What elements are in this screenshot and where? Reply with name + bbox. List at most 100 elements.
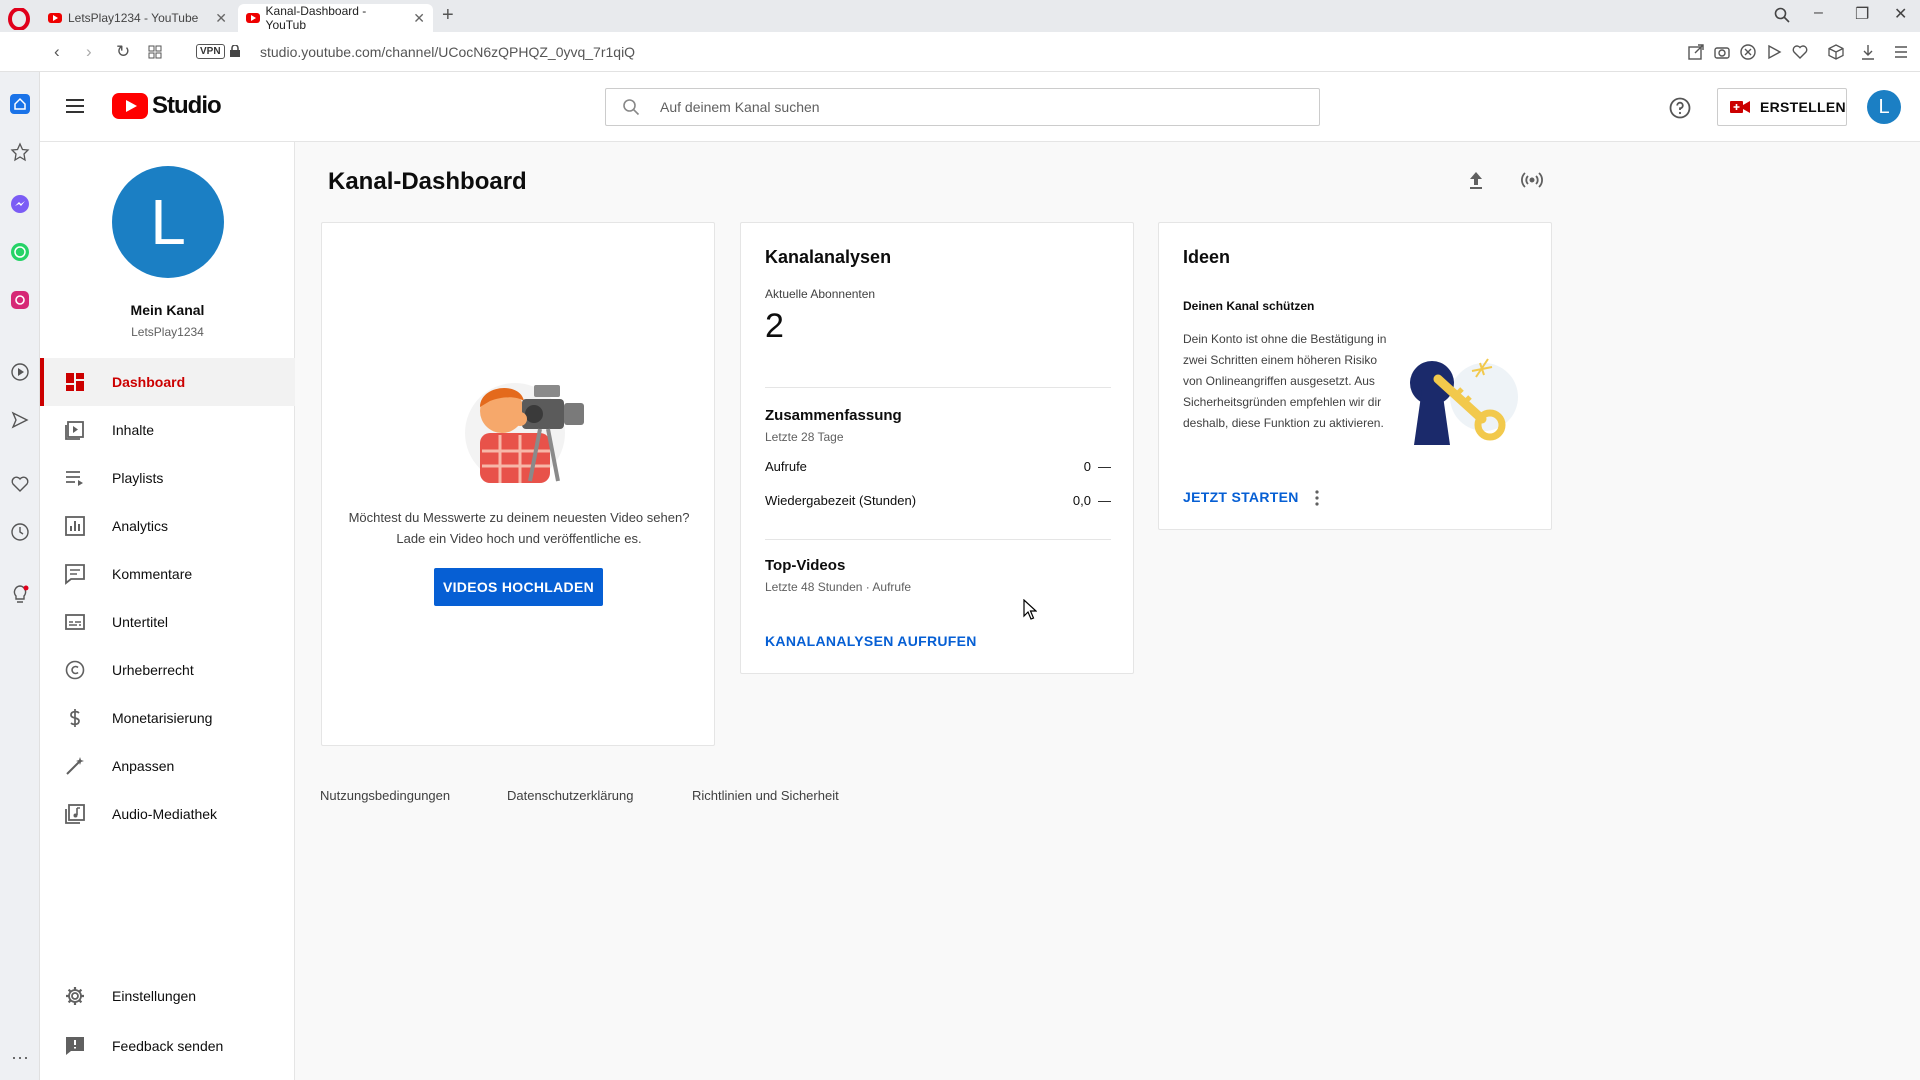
youtube-favicon-icon	[246, 13, 260, 23]
send-icon[interactable]	[10, 410, 30, 430]
extensions-cube-icon[interactable]	[1827, 43, 1845, 61]
upload-video-card: Möchtest du Messwerte zu deinem neuesten…	[321, 222, 715, 746]
new-tab-icon[interactable]: +	[442, 4, 454, 27]
url-field[interactable]: studio.youtube.com/channel/UCocN6zQPHQZ_…	[260, 44, 635, 60]
adblock-icon[interactable]	[1739, 43, 1757, 61]
history-clock-icon[interactable]	[10, 522, 30, 542]
upload-icon[interactable]	[1464, 168, 1488, 192]
tabs-grid-icon[interactable]	[148, 45, 162, 59]
open-analytics-link[interactable]: KANALANALYSEN AUFRUFEN	[765, 633, 977, 649]
summary-period: Letzte 28 Tage	[765, 430, 844, 444]
metric-label: Aufrufe	[765, 459, 807, 474]
sidebar-item-kommentare[interactable]: Kommentare	[40, 550, 295, 598]
sidebar-item-urheberrecht[interactable]: Urheberrecht	[40, 646, 295, 694]
terms-link[interactable]: Nutzungsbedingungen	[320, 788, 450, 803]
sidebar-item-untertitel[interactable]: Untertitel	[40, 598, 295, 646]
metric-value: 0	[1083, 459, 1091, 474]
create-button[interactable]: ERSTELLEN	[1717, 88, 1847, 126]
heart-icon[interactable]	[1791, 43, 1809, 61]
policy-link[interactable]: Richtlinien und Sicherheit	[692, 788, 839, 803]
sidebar-item-label: Anpassen	[112, 758, 175, 774]
channel-handle: LetsPlay1234	[131, 325, 204, 339]
tips-bulb-icon[interactable]	[10, 584, 30, 604]
lock-icon[interactable]	[230, 45, 240, 57]
sidebar-item-analytics[interactable]: Analytics	[40, 502, 295, 550]
sidebar-item-label: Untertitel	[112, 614, 169, 630]
minimize-icon[interactable]: –	[1814, 4, 1823, 22]
card-title: Ideen	[1183, 247, 1231, 267]
restore-icon[interactable]: ❐	[1855, 4, 1869, 24]
ideas-card: Ideen Deinen Kanal schützen Dein Konto i…	[1158, 222, 1552, 530]
search-input[interactable]	[660, 89, 1300, 125]
share-icon[interactable]	[1687, 43, 1705, 61]
browser-menu-icon[interactable]	[1892, 43, 1910, 61]
more-dots-icon[interactable]: ···	[10, 1047, 30, 1067]
metric-trend: —	[1098, 459, 1111, 474]
upload-prompt-text: Möchtest du Messwerte zu deinem neuesten…	[342, 507, 696, 549]
sidebar-item-label: Analytics	[112, 518, 169, 534]
sidebar-item-anpassen[interactable]: Anpassen	[40, 742, 295, 790]
download-icon[interactable]	[1859, 43, 1877, 61]
summary-title: Zusammenfassung	[765, 407, 902, 424]
whatsapp-icon[interactable]	[10, 242, 30, 262]
close-tab-icon[interactable]: ✕	[405, 10, 425, 27]
create-label: ERSTELLEN	[1760, 99, 1846, 115]
sidebar-item-monetarisierung[interactable]: Monetarisierung	[40, 694, 295, 742]
home-icon[interactable]	[10, 94, 30, 114]
metric-trend: —	[1098, 493, 1111, 508]
account-avatar[interactable]: L	[1867, 90, 1901, 124]
comments-icon	[65, 564, 85, 585]
channel-avatar[interactable]: L	[112, 166, 224, 278]
idea-heading: Deinen Kanal schützen	[1183, 299, 1315, 313]
tab-letsplay[interactable]: LetsPlay1234 - YouTube ✕	[40, 4, 235, 32]
window-close-icon[interactable]: ✕	[1894, 4, 1907, 24]
channel-name: Mein Kanal	[130, 302, 205, 318]
vpn-badge[interactable]: VPN	[196, 44, 225, 59]
bookmark-star-icon[interactable]	[10, 142, 30, 162]
divider	[765, 387, 1111, 388]
camera-operator-illustration-icon	[465, 383, 584, 483]
sidebar-item-audio-mediathek[interactable]: Audio-Mediathek	[40, 790, 295, 838]
idea-body-text: Dein Konto ist ohne die Bestätigung in z…	[1183, 332, 1387, 430]
start-now-link[interactable]: JETZT STARTEN	[1183, 489, 1299, 505]
sidebar-item-dashboard[interactable]: Dashboard	[40, 358, 295, 406]
youtube-play-logo-icon	[112, 93, 148, 119]
back-icon[interactable]: ‹	[54, 42, 60, 62]
upload-prompt-line2: Lade ein Video hoch und veröffentliche e…	[396, 531, 642, 546]
messenger-icon[interactable]	[10, 194, 30, 214]
sidebar-item-playlists[interactable]: Playlists	[40, 454, 295, 502]
play-icon[interactable]	[1765, 43, 1783, 61]
channel-search	[605, 88, 1320, 126]
opera-logo-icon[interactable]	[8, 8, 30, 30]
sidebar-item-label: Kommentare	[112, 566, 193, 582]
copyright-icon	[65, 660, 85, 680]
youtube-favicon-icon	[48, 13, 62, 23]
privacy-link[interactable]: Datenschutzerklärung	[507, 788, 633, 803]
sidebar-item-inhalte[interactable]: Inhalte	[40, 406, 295, 454]
mouse-cursor-icon	[1023, 599, 1037, 620]
studio-logo[interactable]: Studio	[112, 92, 222, 120]
tab-dashboard[interactable]: Kanal-Dashboard - YouTub ✕	[238, 4, 433, 32]
address-bar: ‹ › ↻ VPN studio.youtube.com/channel/UCo…	[0, 32, 1920, 72]
search-icon	[623, 99, 640, 116]
sidebar-item-einstellungen[interactable]: Einstellungen	[40, 972, 295, 1020]
favorites-heart-icon[interactable]	[10, 474, 30, 494]
upload-videos-button[interactable]: VIDEOS HOCHLADEN	[434, 568, 603, 606]
instagram-icon[interactable]	[10, 290, 30, 310]
upload-prompt-line1: Möchtest du Messwerte zu deinem neuesten…	[348, 510, 690, 525]
hamburger-menu-icon[interactable]	[66, 98, 84, 114]
snapshot-icon[interactable]	[1713, 43, 1731, 61]
metric-label: Wiedergabezeit (Stunden)	[765, 493, 917, 508]
help-icon[interactable]	[1668, 96, 1692, 120]
go-live-icon[interactable]	[1520, 168, 1544, 192]
video-camera-icon	[1730, 101, 1750, 113]
close-tab-icon[interactable]: ✕	[207, 10, 227, 27]
reload-icon[interactable]: ↻	[116, 42, 130, 62]
subscribers-label: Aktuelle Abonnenten	[765, 287, 876, 301]
forward-icon[interactable]: ›	[86, 42, 92, 62]
subscribers-count: 2	[765, 307, 784, 345]
sidebar-item-feedback[interactable]: Feedback senden	[40, 1022, 295, 1070]
more-options-icon[interactable]	[1314, 489, 1320, 507]
player-icon[interactable]	[10, 362, 30, 382]
search-tabs-icon[interactable]	[1774, 7, 1790, 23]
